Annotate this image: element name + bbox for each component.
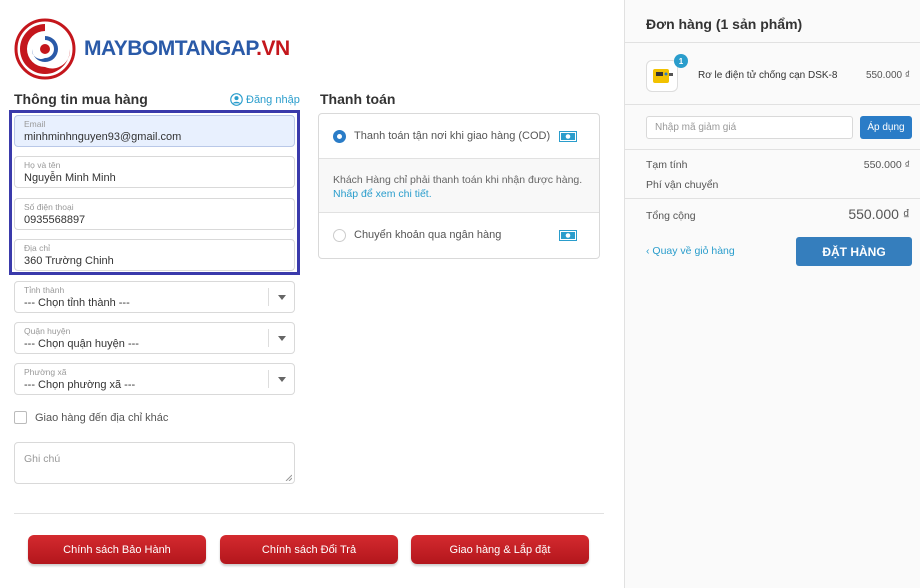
address-label: Địa chỉ (24, 243, 50, 253)
payment-option-bank[interactable]: Chuyển khoản qua ngân hàng (319, 213, 599, 257)
quantity-badge: 1 (674, 54, 688, 68)
email-value: minhminhnguyen93@gmail.com (24, 131, 182, 143)
alt-address-row[interactable]: Giao hàng đến địa chỉ khác (14, 411, 168, 424)
phone-label: Số điện thoại (24, 202, 74, 212)
alt-address-checkbox[interactable] (14, 411, 27, 424)
district-label: Quận huyện (24, 326, 71, 336)
note-placeholder: Ghi chú (24, 453, 61, 465)
chevron-down-icon[interactable] (268, 370, 294, 388)
fullname-value: Nguyễn Minh Minh (24, 172, 116, 184)
total-label: Tổng cộng (646, 210, 696, 222)
chevron-down-icon[interactable] (268, 288, 294, 306)
login-link[interactable]: Đăng nhập (230, 93, 300, 106)
login-link-label: Đăng nhập (246, 93, 300, 106)
back-to-cart-label: Quay về giỏ hàng (652, 245, 735, 257)
logo-text-main: MAYBOMTANGAP (84, 37, 257, 60)
subtotal-value: 550.000 ₫ (863, 159, 910, 171)
province-select[interactable]: Tỉnh thành --- Chọn tỉnh thành --- (14, 281, 295, 313)
summary-divider (625, 149, 920, 150)
email-label: Email (24, 119, 46, 129)
address-value: 360 Trường Chinh (24, 255, 114, 267)
order-summary: Đơn hàng (1 sản phẩm) 1 Rơ le điện tử ch… (624, 0, 920, 588)
bank-radio[interactable] (333, 228, 346, 242)
summary-divider (625, 104, 920, 105)
summary-divider (625, 198, 920, 199)
cash-icon (559, 130, 577, 142)
district-select[interactable]: Quận huyện --- Chọn quận huyện --- (14, 322, 295, 354)
email-field[interactable]: Email minhminhnguyen93@gmail.com (14, 115, 295, 147)
site-logo[interactable]: MAYBOMTANGAP.VN (14, 16, 290, 82)
warranty-policy-button[interactable]: Chính sách Bảo Hành (28, 535, 206, 564)
address-field[interactable]: Địa chỉ 360 Trường Chinh (14, 239, 295, 271)
fullname-label: Họ và tên (24, 160, 61, 170)
logo-icon (14, 18, 76, 80)
cod-info: Khách Hàng chỉ phải thanh toán khi nhận … (319, 158, 599, 213)
apply-coupon-button[interactable]: Áp dụng (860, 116, 912, 139)
coupon-input[interactable]: Nhập mã giảm giá (646, 116, 853, 139)
coupon-placeholder: Nhập mã giảm giá (655, 122, 737, 133)
province-value: --- Chọn tỉnh thành --- (24, 297, 130, 309)
product-name: Rơ le điện tử chống cạn DSK-8 (698, 70, 838, 81)
footer-divider (14, 513, 604, 514)
back-to-cart-link[interactable]: ‹ Quay về giỏ hàng (646, 245, 735, 257)
alt-address-label: Giao hàng đến địa chỉ khác (35, 411, 169, 424)
chevron-down-icon[interactable] (268, 329, 294, 347)
total-value: 550.000 ₫ (848, 206, 910, 222)
order-title: Đơn hàng (1 sản phẩm) (646, 16, 803, 32)
phone-field[interactable]: Số điện thoại 0935568897 (14, 198, 295, 230)
province-label: Tỉnh thành (24, 285, 65, 295)
summary-divider (625, 42, 920, 43)
user-circle-icon (230, 93, 243, 106)
cod-info-text: Khách Hàng chỉ phải thanh toán khi nhận … (333, 174, 583, 186)
fullname-field[interactable]: Họ và tên Nguyễn Minh Minh (14, 156, 295, 188)
logo-text: MAYBOMTANGAP.VN (84, 37, 290, 61)
resize-grip-icon[interactable] (285, 474, 292, 481)
customer-info-title: Thông tin mua hàng (14, 91, 148, 107)
payment-title: Thanh toán (320, 91, 396, 107)
product-price: 550.000 ₫ (865, 70, 910, 81)
ward-value: --- Chọn phường xã --- (24, 379, 136, 391)
logo-text-domain: .VN (256, 37, 290, 60)
bank-label: Chuyển khoản qua ngân hàng (354, 229, 502, 241)
return-policy-button[interactable]: Chính sách Đổi Trả (220, 535, 398, 564)
product-image (653, 69, 673, 83)
shipping-label: Phí vận chuyển (646, 179, 719, 191)
payment-options: Thanh toán tận nơi khi giao hàng (COD) K… (318, 113, 600, 259)
cash-icon (559, 229, 577, 241)
place-order-button[interactable]: ĐẶT HÀNG (796, 237, 912, 266)
note-textarea[interactable]: Ghi chú (14, 442, 295, 484)
product-thumbnail (646, 60, 678, 92)
phone-value: 0935568897 (24, 214, 86, 226)
checkout-main: MAYBOMTANGAP.VN Thông tin mua hàng Đăng … (0, 0, 624, 588)
cod-radio[interactable] (333, 129, 346, 143)
ward-label: Phường xã (24, 367, 67, 377)
cod-label: Thanh toán tận nơi khi giao hàng (COD) (354, 130, 551, 142)
district-value: --- Chọn quận huyện --- (24, 338, 139, 350)
payment-option-cod[interactable]: Thanh toán tận nơi khi giao hàng (COD) (319, 114, 599, 158)
delivery-install-button[interactable]: Giao hàng & Lắp đặt (411, 535, 589, 564)
cod-info-link[interactable]: Nhấp để xem chi tiết. (333, 187, 585, 201)
subtotal-label: Tạm tính (646, 159, 688, 171)
ward-select[interactable]: Phường xã --- Chọn phường xã --- (14, 363, 295, 395)
